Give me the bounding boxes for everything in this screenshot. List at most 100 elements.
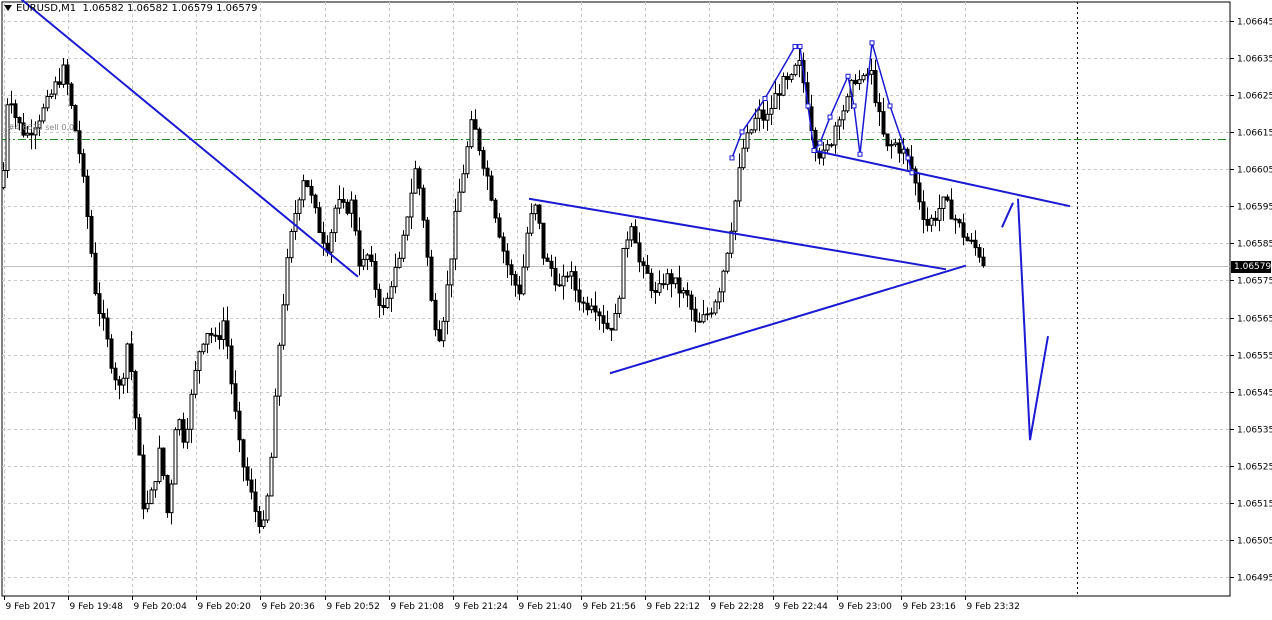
y-tick-label: 1.06495 (1237, 574, 1272, 584)
candle-body (85, 175, 90, 217)
candle-body (593, 305, 598, 313)
candle-body (769, 107, 774, 115)
y-tick-label: 1.06585 (1237, 240, 1272, 250)
candle-body (521, 266, 526, 295)
zigzag-point-marker[interactable] (797, 44, 803, 50)
trendline[interactable] (2, 0, 359, 278)
candle-body (81, 153, 86, 177)
candle-body (873, 69, 878, 104)
candle-body (101, 313, 106, 319)
candle-body (397, 257, 402, 268)
y-tick-label: 1.06515 (1237, 500, 1272, 510)
y-tick-label: 1.06595 (1237, 203, 1272, 213)
candle-body (445, 284, 450, 322)
candle-body (421, 187, 426, 221)
candle-body (617, 297, 622, 314)
candle-body (485, 167, 490, 177)
candle-body (933, 217, 938, 221)
candle-body (425, 219, 430, 258)
candle-body (681, 289, 686, 294)
candle-body (125, 343, 130, 379)
candle-body (241, 439, 246, 468)
x-tick-label: 9 Feb 22:44 (775, 602, 829, 612)
x-tick-label: 9 Feb 22:28 (711, 602, 765, 612)
candle-body (441, 320, 446, 342)
candle-body (781, 75, 786, 96)
zigzag-point-marker[interactable] (817, 140, 823, 146)
x-tick-label: 9 Feb 22:12 (647, 602, 700, 612)
x-tick-label: 9 Feb 2017 (6, 602, 56, 612)
y-tick-label: 1.06505 (1237, 537, 1272, 547)
candle-body (653, 290, 658, 293)
zigzag-point-marker[interactable] (762, 96, 768, 102)
candle-body (953, 218, 958, 221)
zigzag-point-marker[interactable] (905, 155, 911, 161)
x-tick-label: 9 Feb 20:04 (134, 602, 188, 612)
candle-body (149, 489, 154, 505)
candle-body (405, 216, 410, 236)
candle-body (229, 345, 234, 385)
candle-body (561, 275, 566, 287)
candle-body (97, 293, 102, 315)
candle-body (541, 222, 546, 259)
candle-body (597, 311, 602, 317)
candle-body (177, 419, 182, 431)
candle-body (917, 182, 922, 203)
zigzag-point-marker[interactable] (729, 155, 735, 161)
candle-body (585, 302, 590, 311)
candle-body (205, 332, 210, 345)
current-price-tag: 1.06579 (1231, 261, 1271, 273)
candle-body (601, 315, 606, 324)
candle-body (349, 199, 354, 214)
candle-body (573, 271, 578, 291)
candle-body (513, 274, 518, 286)
candle-body (969, 239, 974, 242)
candle-body (793, 64, 798, 76)
candle-body (637, 242, 642, 263)
zigzag-point-marker[interactable] (869, 40, 875, 46)
candle-body (389, 286, 394, 299)
candle-body (725, 252, 730, 272)
candle-body (773, 93, 778, 109)
candle-body (673, 277, 678, 285)
x-tick-label: 9 Feb 20:36 (262, 602, 316, 612)
zigzag-point-marker[interactable] (827, 114, 833, 120)
candle-body (157, 447, 162, 483)
candle-body (657, 283, 662, 293)
candle-body (473, 119, 478, 130)
zigzag-point-marker[interactable] (851, 103, 857, 109)
candle-body (881, 111, 886, 135)
price-chart[interactable]: 1.06645 1.06635 1.06625 1.06615 1.06605 1.065… (0, 0, 1272, 616)
zigzag-point-marker[interactable] (909, 170, 915, 176)
candle-body (569, 271, 574, 277)
zigzag-point-marker[interactable] (887, 103, 893, 109)
zigzag-point-marker[interactable] (792, 44, 798, 50)
chart-window[interactable]: 1.06645 1.06635 1.06625 1.06615 1.06605 1.065… (0, 0, 1272, 616)
candle-body (117, 379, 122, 386)
candle-body (41, 107, 46, 122)
projection-segment[interactable] (1001, 202, 1014, 228)
candle-body (337, 199, 342, 209)
y-tick-label: 1.06565 (1237, 315, 1272, 325)
zigzag-point-marker[interactable] (739, 129, 745, 135)
candle-body (845, 96, 850, 112)
zigzag-point-marker[interactable] (811, 148, 817, 153)
projection-path[interactable] (1017, 198, 1049, 441)
candle-body (361, 258, 366, 267)
candle-body (509, 264, 514, 276)
candle-body (237, 410, 242, 441)
candle-body (141, 454, 146, 510)
collapse-arrow-icon[interactable] (4, 5, 12, 11)
candle-body (797, 59, 802, 66)
candle-body (29, 132, 34, 136)
x-tick-label: 9 Feb 23:16 (903, 602, 957, 612)
candle-body (393, 266, 398, 288)
candle-body (469, 119, 474, 148)
zigzag-point-marker[interactable] (805, 103, 811, 109)
candle-body (545, 257, 550, 262)
candle-body (465, 146, 470, 175)
zigzag-point-marker[interactable] (845, 73, 851, 79)
candle-body (293, 212, 298, 232)
zigzag-point-marker[interactable] (857, 151, 863, 157)
y-tick-label: 1.06635 (1237, 55, 1272, 65)
